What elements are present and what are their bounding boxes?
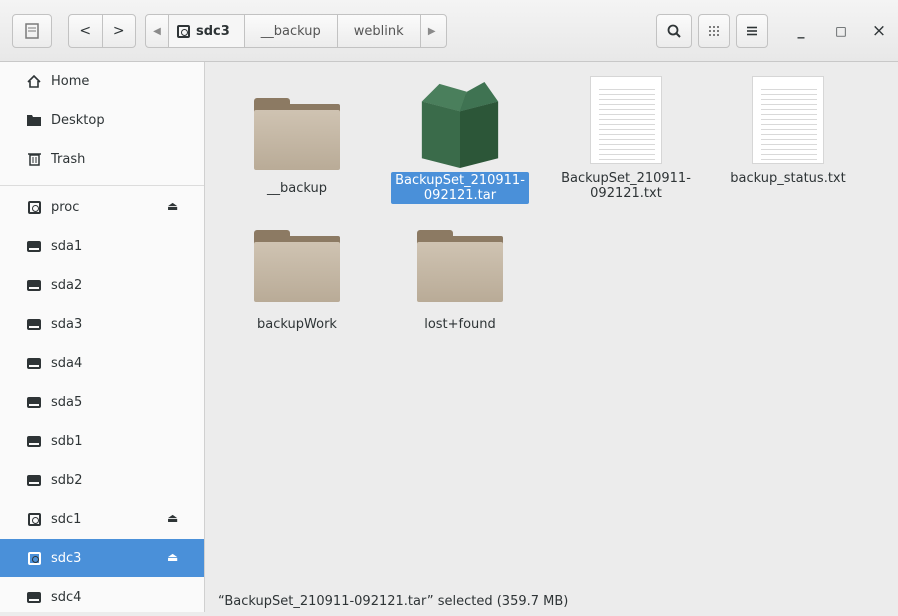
sidebar-item-label: sda2: [51, 277, 83, 293]
harddisk-icon: [27, 435, 41, 447]
sidebar-item-sdc4[interactable]: sdc4: [0, 578, 204, 616]
harddisk-icon: [27, 240, 41, 252]
sidebar-item-trash[interactable]: Trash: [0, 140, 204, 178]
file-item-label: __backup: [267, 181, 327, 196]
path-scroll-right-button[interactable]: ▶: [419, 15, 443, 47]
drive-icon: [27, 512, 41, 526]
menu-button[interactable]: [736, 14, 768, 48]
forward-button[interactable]: >: [101, 15, 136, 47]
sidebar-item-sdb2[interactable]: sdb2: [0, 461, 204, 499]
harddisk-icon: [27, 318, 41, 330]
harddisk-icon: [27, 591, 41, 603]
text-file-icon: [590, 76, 662, 164]
sidebar-item-label: proc: [51, 199, 80, 215]
view-grid-button[interactable]: [698, 14, 730, 48]
header-bar: < > ◀ sdc3 __backup weblink ▶ _ □ ×: [0, 0, 898, 62]
sidebar-item-label: sdb1: [51, 433, 83, 449]
sidebar-item-sdc3[interactable]: sdc3 ⏏: [0, 539, 204, 577]
file-item-label: backup_status.txt: [730, 171, 846, 186]
back-button[interactable]: <: [69, 15, 102, 47]
drive-icon: [27, 200, 41, 214]
sidebar-separator: [0, 185, 204, 186]
sidebar-item-proc[interactable]: proc ⏏: [0, 188, 204, 226]
sidebar-item-label: sdc4: [51, 589, 82, 605]
sidebar-item-sda5[interactable]: sda5: [0, 383, 204, 421]
harddisk-icon: [27, 357, 41, 369]
navigation-buttons: < >: [68, 14, 136, 48]
path-scroll-left-button[interactable]: ◀: [146, 15, 168, 47]
sidebar-item-home[interactable]: Home: [0, 62, 204, 100]
file-item-label: lost+found: [424, 317, 496, 332]
eject-icon[interactable]: ⏏: [167, 550, 178, 564]
drive-icon: [177, 24, 190, 38]
path-segment-current[interactable]: sdc3: [168, 15, 244, 47]
sidebar-item-sdb1[interactable]: sdb1: [0, 422, 204, 460]
sidebar-item-label: sda5: [51, 394, 83, 410]
path-bar: ◀ sdc3 __backup weblink ▶: [145, 14, 447, 48]
text-file-icon: [752, 76, 824, 164]
sidebar-item-label: sdb2: [51, 472, 83, 488]
archive-package-icon: [421, 81, 499, 169]
path-segment-current-label: sdc3: [196, 23, 230, 39]
search-button[interactable]: [656, 14, 692, 48]
folder-icon: [254, 226, 340, 302]
back-icon: <: [79, 23, 92, 39]
sidebar-item-label: sda4: [51, 355, 83, 371]
hamburger-icon: [747, 26, 757, 36]
file-item[interactable]: backupWork: [222, 212, 372, 333]
sidebar-item-label: Trash: [51, 151, 86, 167]
harddisk-icon: [27, 279, 41, 291]
home-icon: [27, 74, 41, 88]
file-item-label: backupWork: [257, 317, 337, 332]
status-text: “BackupSet_210911-092121.tar” selected (…: [218, 594, 569, 609]
file-item-label: BackupSet_210911- 092121.txt: [561, 171, 691, 201]
file-item[interactable]: lost+found: [385, 212, 535, 333]
file-item[interactable]: BackupSet_210911- 092121.txt: [551, 76, 701, 202]
trash-icon: [27, 152, 41, 166]
sidebar-item-sda3[interactable]: sda3: [0, 305, 204, 343]
sidebar-item-sda2[interactable]: sda2: [0, 266, 204, 304]
folder-icon: [417, 226, 503, 302]
file-item[interactable]: backup_status.txt: [713, 76, 863, 187]
path-segment-backup[interactable]: __backup: [243, 15, 337, 47]
sidebar-item-label: Desktop: [51, 112, 105, 128]
harddisk-icon: [27, 474, 41, 486]
file-item[interactable]: BackupSet_210911- 092121.tar: [385, 72, 535, 204]
eject-icon[interactable]: ⏏: [167, 199, 178, 213]
folder-icon: [27, 113, 41, 127]
sidebar-item-label: Home: [51, 73, 90, 89]
sidebar-item-sda1[interactable]: sda1: [0, 227, 204, 265]
sidebar-item-desktop[interactable]: Desktop: [0, 101, 204, 139]
sidebar: Home Desktop Trash proc ⏏ sda1 sda2 sda3…: [0, 62, 205, 612]
minimize-button[interactable]: _: [786, 14, 816, 48]
sidebar-item-label: sda3: [51, 316, 83, 332]
path-segment-weblink[interactable]: weblink: [336, 15, 420, 47]
sidebar-item-label: sdc3: [51, 550, 82, 566]
file-item-label: BackupSet_210911- 092121.tar: [391, 172, 529, 204]
drive-icon: [27, 551, 41, 565]
sidebar-item-sda4[interactable]: sda4: [0, 344, 204, 382]
sidebar-toggle-button[interactable]: [12, 14, 52, 48]
sidebar-item-label: sdc1: [51, 511, 82, 527]
eject-icon[interactable]: ⏏: [167, 511, 178, 525]
file-item[interactable]: __backup: [222, 80, 372, 197]
grid-icon: [709, 26, 719, 36]
sidebar-item-label: sda1: [51, 238, 83, 254]
file-view: __backup BackupSet_210911- 092121.tar Ba…: [205, 62, 898, 612]
folder-icon: [254, 94, 340, 170]
harddisk-icon: [27, 396, 41, 408]
close-button[interactable]: ×: [864, 14, 894, 48]
sidebar-icon: [25, 23, 39, 39]
forward-icon: >: [112, 23, 125, 39]
sidebar-item-sdc1[interactable]: sdc1 ⏏: [0, 500, 204, 538]
maximize-button[interactable]: □: [826, 14, 856, 48]
search-icon: [667, 24, 681, 38]
